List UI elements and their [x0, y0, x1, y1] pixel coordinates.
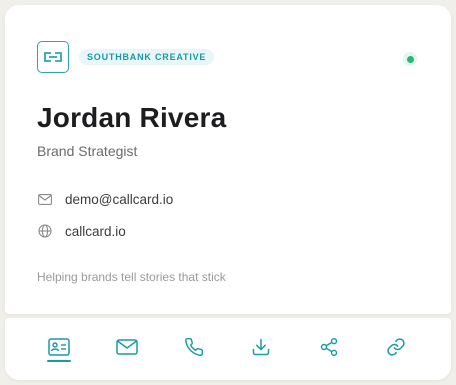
- mail-icon: [37, 191, 53, 207]
- email-row[interactable]: demo@callcard.io: [37, 191, 173, 207]
- mail-icon: [116, 339, 138, 355]
- website-text[interactable]: callcard.io: [65, 224, 126, 239]
- action-toolbar: [5, 318, 451, 380]
- email-text[interactable]: demo@callcard.io: [65, 192, 173, 207]
- share-button[interactable]: [314, 332, 344, 362]
- active-tab-indicator: [47, 360, 71, 362]
- phone-button[interactable]: [179, 332, 209, 362]
- status-indicator: [403, 52, 417, 66]
- globe-icon: [37, 223, 53, 239]
- share-icon: [320, 337, 338, 357]
- download-icon: [252, 338, 270, 356]
- contact-card-icon: [48, 338, 70, 356]
- job-title: Brand Strategist: [37, 143, 138, 159]
- contact-name: Jordan Rivera: [37, 102, 227, 133]
- phone-icon: [185, 337, 204, 356]
- tagline: Helping brands tell stories that stick: [37, 270, 226, 284]
- company-logo: [37, 41, 69, 73]
- link-button[interactable]: [381, 332, 411, 362]
- link-icon: [387, 338, 405, 356]
- website-row[interactable]: callcard.io: [37, 223, 126, 239]
- company-badge: SOUTHBANK CREATIVE: [79, 49, 215, 65]
- download-button[interactable]: [246, 332, 276, 362]
- logo-icon: [44, 52, 62, 62]
- mail-button[interactable]: [112, 332, 142, 362]
- business-card: SOUTHBANK CREATIVE Jordan Rivera Brand S…: [5, 5, 451, 314]
- contact-card-button[interactable]: [44, 332, 74, 362]
